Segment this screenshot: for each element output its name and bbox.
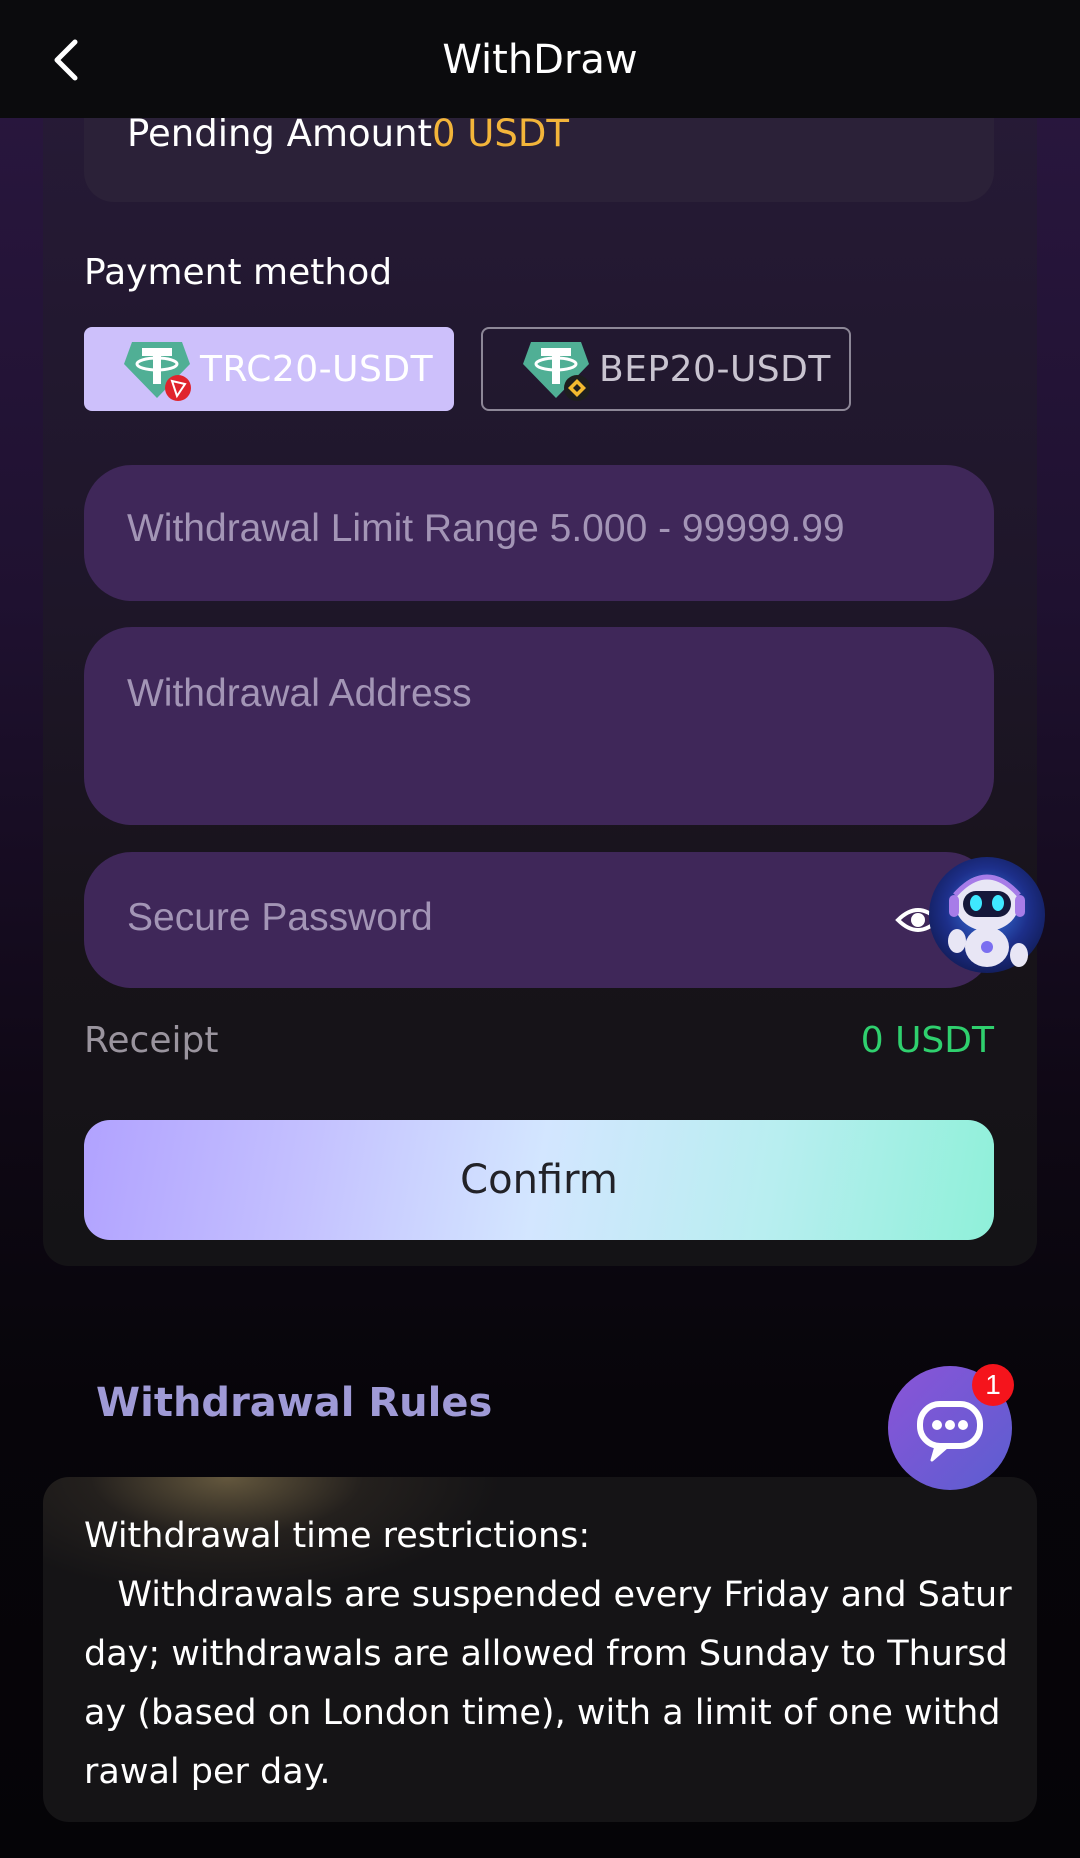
secure-password-input[interactable]: Secure Password bbox=[84, 852, 994, 988]
robot-assistant-avatar[interactable] bbox=[927, 855, 1047, 979]
payment-method-bep20-label: BEP20-USDT bbox=[599, 348, 831, 390]
payment-method-bep20[interactable]: BEP20-USDT bbox=[481, 327, 851, 411]
confirm-button[interactable]: Confirm bbox=[84, 1120, 994, 1240]
payment-method-trc20-label: TRC20-USDT bbox=[200, 348, 434, 390]
withdrawal-address-placeholder: Withdrawal Address bbox=[127, 672, 472, 715]
withdraw-page: Pending Amount 0 USDT WithDraw Payment m… bbox=[0, 0, 1080, 1858]
withdrawal-rules-title: Withdrawal Rules bbox=[96, 1380, 493, 1426]
page-title: WithDraw bbox=[442, 37, 638, 83]
pending-amount-value: 0 USDT bbox=[432, 112, 569, 155]
pending-amount-label: Pending Amount bbox=[127, 112, 433, 155]
withdrawal-rules-text: Withdrawal time restrictions: Withdrawal… bbox=[84, 1516, 1012, 1792]
chat-notification-badge: 1 bbox=[972, 1364, 1014, 1406]
tether-trc20-icon bbox=[122, 334, 192, 404]
secure-password-placeholder: Secure Password bbox=[127, 896, 433, 939]
withdrawal-address-input[interactable]: Withdrawal Address bbox=[84, 627, 994, 825]
withdrawal-amount-placeholder: Withdrawal Limit Range 5.000 - 99999.99 bbox=[127, 507, 845, 550]
withdrawal-amount-input[interactable]: Withdrawal Limit Range 5.000 - 99999.99 bbox=[84, 465, 994, 601]
payment-method-label: Payment method bbox=[84, 252, 393, 293]
receipt-label: Receipt bbox=[84, 1020, 219, 1061]
payment-method-trc20[interactable]: TRC20-USDT bbox=[84, 327, 454, 411]
header-bar: WithDraw bbox=[0, 0, 1080, 118]
tether-bep20-icon bbox=[521, 334, 591, 404]
withdrawal-rules-card: Withdrawal time restrictions: Withdrawal… bbox=[43, 1477, 1037, 1822]
receipt-value: 0 USDT bbox=[860, 1020, 994, 1061]
